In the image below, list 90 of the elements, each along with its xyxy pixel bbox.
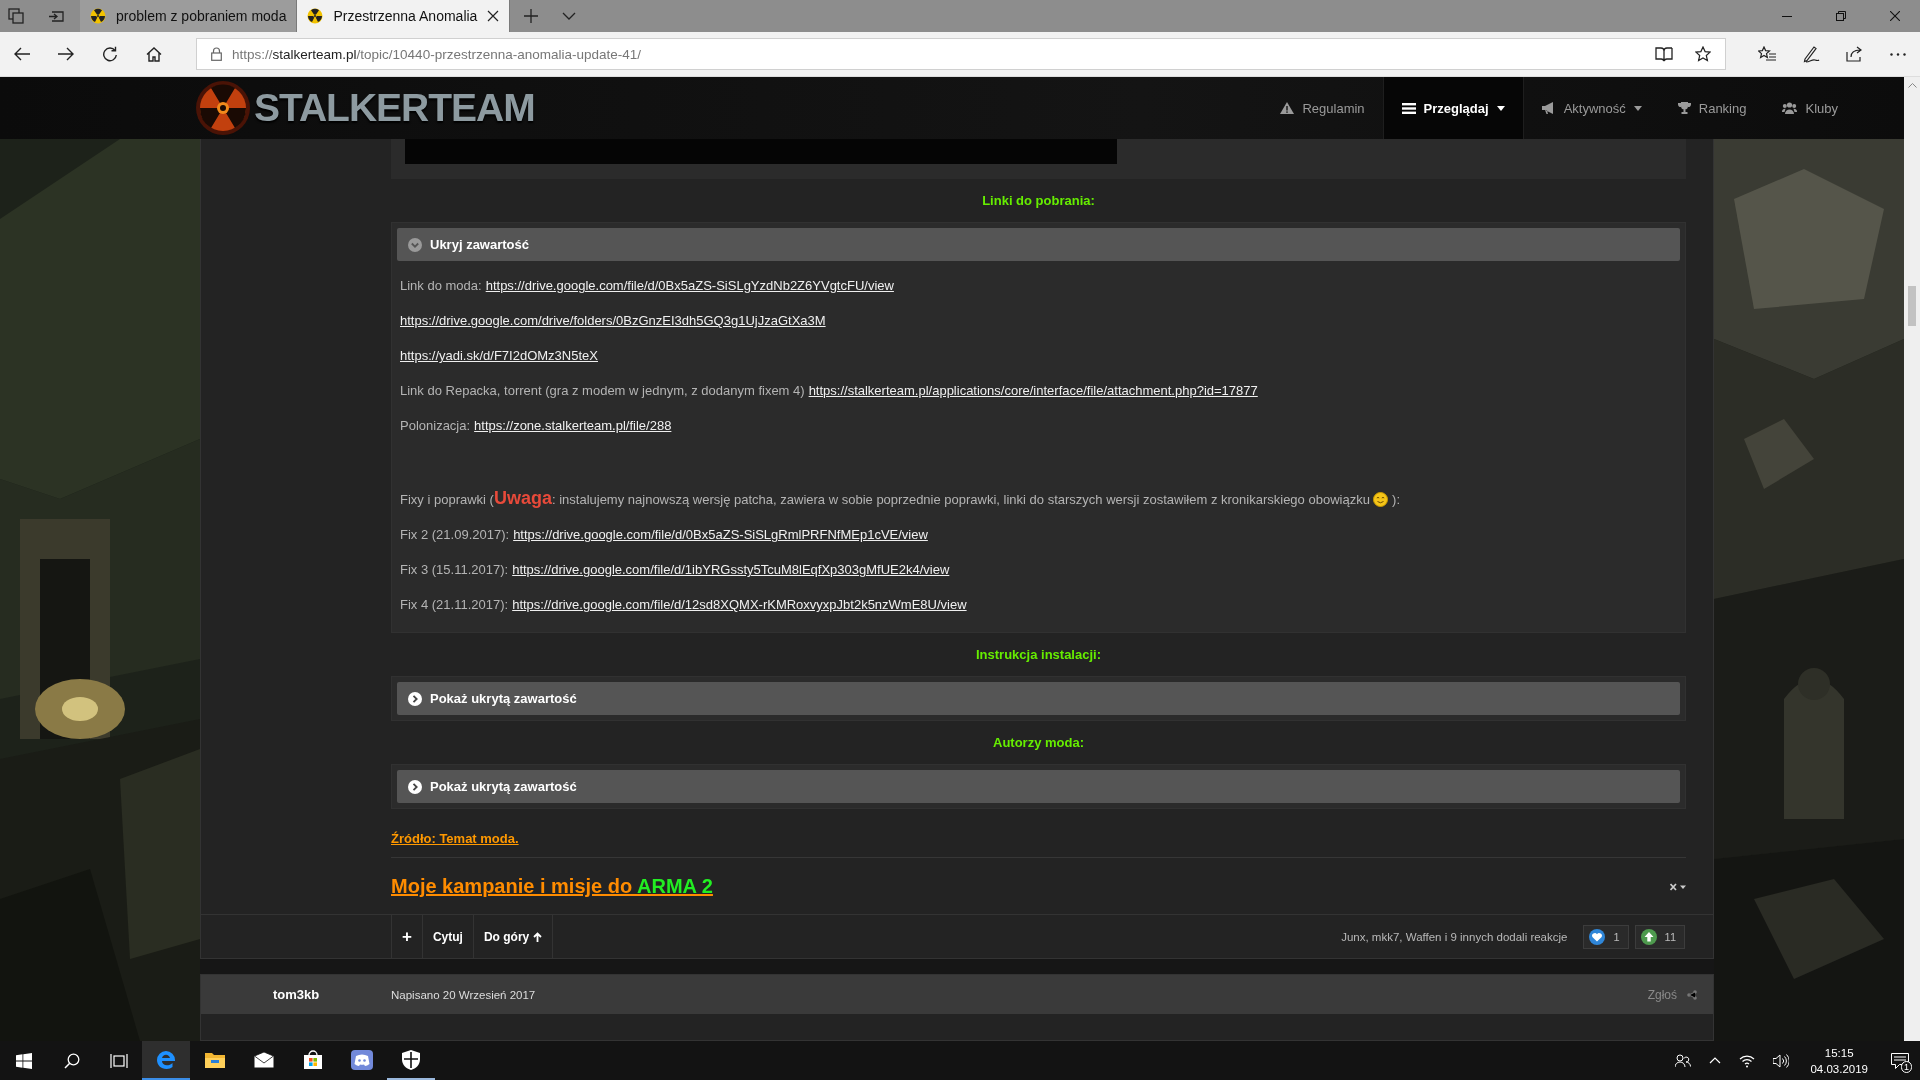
address-bar[interactable]: https://stalkerteam.pl/topic/10440-przestrzenna-anomalia-update-41/ bbox=[196, 38, 1726, 70]
tabs-overview-icon[interactable] bbox=[8, 8, 24, 24]
note-text: Fixy i poprawki (Uwaga: instalujemy najnowszą wersję patcha, zawiera w sobie poprzednie poprawki, linki do starszych wersji zostawiłem z kronikarskiego obowiązku ): bbox=[400, 487, 1402, 510]
star-icon[interactable] bbox=[1695, 46, 1711, 62]
post-action-button[interactable]: Do góry bbox=[473, 915, 554, 958]
section-heading: Linki do pobrania: bbox=[982, 192, 1095, 210]
clock[interactable]: 15:15 04.03.2019 bbox=[1798, 1044, 1880, 1077]
smiley-icon bbox=[1373, 492, 1389, 507]
link-line: Polonizacja: https://zone.stalkerteam.pl/file/288 bbox=[400, 417, 673, 435]
reaction-badge[interactable]: 11 bbox=[1634, 924, 1685, 949]
scrollbar[interactable] bbox=[1904, 77, 1920, 1041]
users-icon bbox=[1782, 102, 1798, 114]
link-line: Fix 3 (15.11.2017): https://drive.google.com/file/d/1ibYRGssty5TcuM8lEqfXp303gMfUE2k4/view bbox=[400, 561, 951, 579]
more-icon[interactable] bbox=[1890, 52, 1906, 56]
radiation-icon bbox=[307, 8, 324, 24]
list-icon bbox=[1401, 102, 1416, 114]
browser-tab[interactable]: Przestrzenna Anomalia bbox=[297, 0, 511, 32]
favorites-icon[interactable] bbox=[1758, 46, 1776, 62]
post-date: Napisano 20 Wrzesień 2017 bbox=[391, 988, 536, 1001]
site-logo[interactable]: STALKERTEAM bbox=[192, 77, 535, 139]
share-icon[interactable] bbox=[1846, 46, 1864, 62]
caret-icon bbox=[1633, 105, 1642, 111]
signature-link[interactable]: Moje kampanie i misje do ARMA 2 bbox=[391, 875, 713, 898]
forward-icon[interactable] bbox=[58, 47, 74, 61]
message-icon bbox=[1891, 1052, 1909, 1069]
link[interactable]: https://drive.google.com/file/d/0Bx5aZS-SiSLgYzdNb2Z6YVgtcFU/view bbox=[485, 278, 894, 293]
link[interactable]: https://drive.google.com/file/d/1ibYRGssty5TcuM8lEqfXp303gMfUE2k4/view bbox=[512, 562, 950, 577]
post-action-button[interactable]: + bbox=[392, 915, 423, 958]
link[interactable]: https://drive.google.com/file/d/12sd8XQMX-rKMRoxvyxpJbt2k5nzWmE8U/view bbox=[512, 597, 967, 612]
section-heading: Instrukcja instalacji: bbox=[976, 646, 1101, 664]
link[interactable]: https://drive.google.com/drive/folders/0BzGnzEI3dh5GQ3g1UjJzaGtXa3M bbox=[400, 313, 826, 328]
notification-center-button[interactable]: 1 bbox=[1880, 1041, 1920, 1080]
link-line: Link do Repacka, torrent (gra z modem w jednym, z dodanym fixem 4) https://stalkerteam.pl/applications/core/interface/file/attachment.php?id=17877 bbox=[400, 382, 1259, 400]
shield-icon bbox=[402, 1049, 420, 1070]
spoiler-toggle[interactable]: Pokaż ukrytą zawartość bbox=[397, 682, 1680, 715]
spoiler-toggle[interactable]: Pokaż ukrytą zawartość bbox=[397, 770, 1680, 803]
reaction-badge[interactable]: 1 bbox=[1583, 924, 1629, 949]
radiation-icon bbox=[90, 8, 106, 24]
chevron-up-icon[interactable] bbox=[1709, 1057, 1722, 1064]
chevron-right-icon bbox=[408, 691, 422, 706]
url-text: https://stalkerteam.pl/topic/10440-przestrzenna-anomalia-update-41/ bbox=[232, 46, 641, 62]
chat-app-icon bbox=[351, 1049, 373, 1070]
link[interactable]: https://yadi.sk/d/F7I2dOMz3N5teX bbox=[400, 348, 598, 363]
chevron-right-icon bbox=[408, 779, 422, 794]
scroll-up-icon[interactable] bbox=[1907, 83, 1917, 88]
reactions-text: Junx, mkk7, Waffen i 9 innych dodali reakcje bbox=[1341, 930, 1568, 943]
pen-icon[interactable] bbox=[1802, 45, 1820, 63]
refresh-icon[interactable] bbox=[102, 46, 118, 62]
link-line: Fix 4 (21.11.2017): https://drive.google.com/file/d/12sd8XQMX-rKMRoxvyxpJbt2k5nzWmE8U/view bbox=[400, 596, 968, 614]
browser-tab[interactable]: problem z pobraniem moda bbox=[80, 0, 298, 32]
chevron-down-icon bbox=[408, 237, 422, 252]
set-aside-tabs-icon[interactable] bbox=[48, 8, 64, 24]
nav-item[interactable]: Przeglądaj bbox=[1382, 77, 1524, 139]
warning-icon bbox=[1280, 102, 1295, 114]
link[interactable]: https://zone.stalkerteam.pl/file/288 bbox=[474, 418, 672, 433]
scroll-thumb[interactable] bbox=[1908, 286, 1916, 326]
home-icon[interactable] bbox=[146, 46, 162, 62]
wifi-icon[interactable] bbox=[1739, 1053, 1756, 1068]
new-tab-icon[interactable] bbox=[524, 9, 539, 23]
link[interactable]: https://stalkerteam.pl/applications/core/interface/file/attachment.php?id=17877 bbox=[808, 383, 1258, 398]
nav-item[interactable]: Kluby bbox=[1764, 77, 1856, 139]
link-line: Fix 2 (21.09.2017): https://drive.google.com/file/d/0Bx5aZS-SiSLgRmlPRFNfMEp1cVE/view bbox=[400, 526, 929, 544]
people-icon[interactable] bbox=[1675, 1053, 1692, 1068]
close-menu-icon[interactable] bbox=[1670, 882, 1686, 891]
author-name[interactable]: tom3kb bbox=[201, 987, 391, 1002]
folder-icon bbox=[205, 1050, 225, 1069]
chevron-down-icon[interactable] bbox=[562, 12, 577, 20]
browser-e-icon bbox=[155, 1048, 177, 1071]
shopping-bag-icon bbox=[303, 1049, 323, 1070]
caret-icon bbox=[1496, 105, 1505, 111]
volume-icon[interactable] bbox=[1773, 1053, 1790, 1068]
nav-item[interactable]: Aktywność bbox=[1523, 77, 1660, 139]
megaphone-icon bbox=[1541, 102, 1556, 114]
minimize-icon[interactable] bbox=[1782, 15, 1792, 17]
link[interactable]: https://drive.google.com/file/d/0Bx5aZS-SiSLgRmlPRFNfMEp1cVE/view bbox=[513, 527, 928, 542]
close-icon[interactable] bbox=[487, 10, 500, 22]
spoiler-toggle[interactable]: Ukryj zawartość bbox=[397, 228, 1680, 261]
back-icon[interactable] bbox=[14, 47, 30, 61]
restore-icon[interactable] bbox=[1836, 11, 1846, 21]
nav-item[interactable]: Ranking bbox=[1659, 77, 1765, 139]
section-heading: Autorzy moda: bbox=[993, 734, 1084, 752]
reading-view-icon[interactable] bbox=[1655, 46, 1673, 62]
link-line: Link do moda: https://drive.google.com/file/d/0Bx5aZS-SiSLgYzdNb2Z6YVgtcFU/view bbox=[400, 277, 895, 295]
source-link[interactable]: Źródło: Temat moda. bbox=[391, 831, 519, 846]
lock-icon bbox=[211, 47, 222, 61]
trophy-icon bbox=[1677, 102, 1691, 114]
arrow-up-icon bbox=[533, 931, 543, 942]
mail-icon bbox=[254, 1051, 274, 1068]
nav-item[interactable]: Regulamin bbox=[1262, 77, 1383, 139]
post-action-button[interactable]: Cytuj bbox=[422, 915, 474, 958]
